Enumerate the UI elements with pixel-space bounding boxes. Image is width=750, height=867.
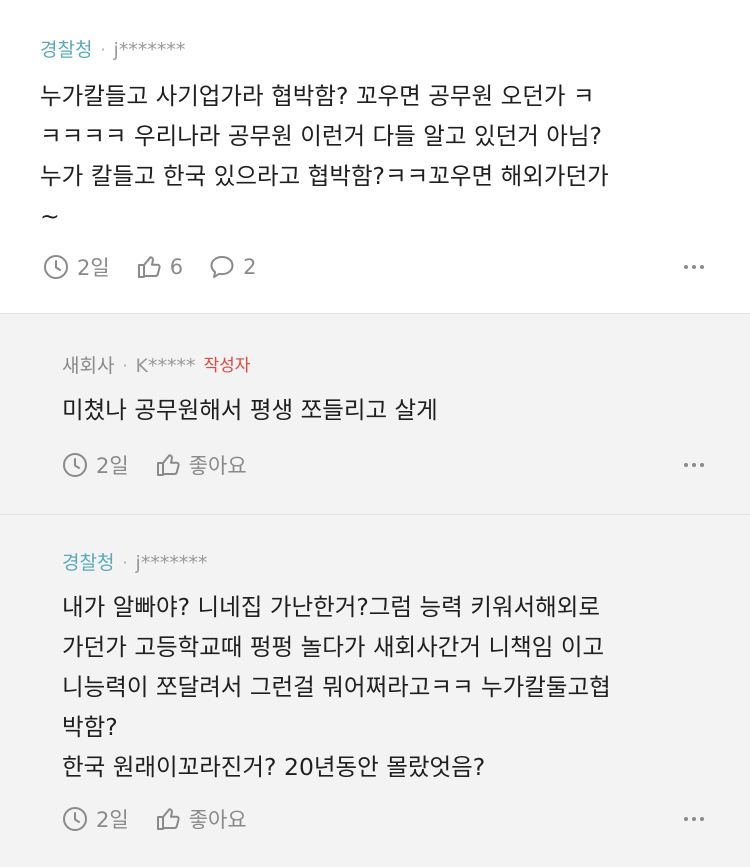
meta-separator: · <box>122 553 128 572</box>
like-label: 좋아요 <box>188 808 247 832</box>
comment-user-id: j******* <box>113 39 186 61</box>
more-options-icon[interactable] <box>684 817 704 821</box>
comment-user-id: K***** <box>135 355 196 377</box>
thumbs-up-icon <box>156 454 180 476</box>
author-badge: 작성자 <box>203 356 251 376</box>
reply-count: 2 <box>243 255 257 279</box>
like-count: 6 <box>169 255 184 279</box>
clock-icon <box>63 807 87 831</box>
comment-meta: 경찰청 · j******* <box>40 38 710 62</box>
comment-bubble-icon <box>210 256 234 278</box>
meta-separator: · <box>122 356 128 375</box>
comment-author[interactable]: 경찰청 <box>62 551 114 575</box>
meta-separator: · <box>100 40 106 59</box>
more-options-icon[interactable] <box>684 463 704 467</box>
comment-item: 경찰청 · j******* 누가칼들고 사기업가라 협박함? 꼬우면 공무원 … <box>0 0 750 313</box>
timestamp-text: 2일 <box>77 256 110 280</box>
like-button[interactable]: 좋아요 <box>155 450 247 480</box>
clock-icon <box>44 255 68 279</box>
comment-text: 내가 알빠야? 니네집 가난한거?그럼 능력 키워서해외로 가던가 고등학교때 … <box>62 593 611 781</box>
timestamp-text: 2일 <box>96 454 129 478</box>
like-label: 좋아요 <box>188 454 247 478</box>
comment-author[interactable]: 새회사 <box>62 354 114 378</box>
clock-icon <box>63 453 87 477</box>
thumbs-up-icon <box>156 808 180 830</box>
timestamp: 2일 <box>62 450 129 480</box>
comment-actions: 2일 좋아요 <box>62 450 704 480</box>
comment-text: 누가칼들고 사기업가라 협박함? 꼬우면 공무원 오던가 ㅋ ㅋㅋㅋㅋ 우리나라… <box>40 82 609 230</box>
comment-meta: 새회사 · K***** 작성자 <box>62 354 710 378</box>
reply-item: 경찰청 · j******* 내가 알빠야? 니네집 가난한거?그럼 능력 키워… <box>0 514 750 867</box>
comment-actions: 2일 좋아요 <box>62 804 704 834</box>
comment-author[interactable]: 경찰청 <box>40 38 92 62</box>
reply-button[interactable]: 2 <box>209 254 256 280</box>
reply-item: 새회사 · K***** 작성자 미쳤나 공무원해서 평생 쪼들리고 살게 2일… <box>0 313 750 514</box>
like-button[interactable]: 6 <box>136 254 183 280</box>
thumbs-up-icon <box>137 256 161 278</box>
like-button[interactable]: 좋아요 <box>155 804 247 834</box>
timestamp: 2일 <box>62 804 129 834</box>
comment-text: 미쳤나 공무원해서 평생 쪼들리고 살게 <box>62 396 438 424</box>
timestamp: 2일 <box>43 252 110 282</box>
timestamp-text: 2일 <box>96 808 129 832</box>
comment-user-id: j******* <box>135 552 208 574</box>
comment-meta: 경찰청 · j******* <box>62 551 710 575</box>
comment-actions: 2일 6 2 <box>43 252 704 282</box>
more-options-icon[interactable] <box>684 265 704 269</box>
